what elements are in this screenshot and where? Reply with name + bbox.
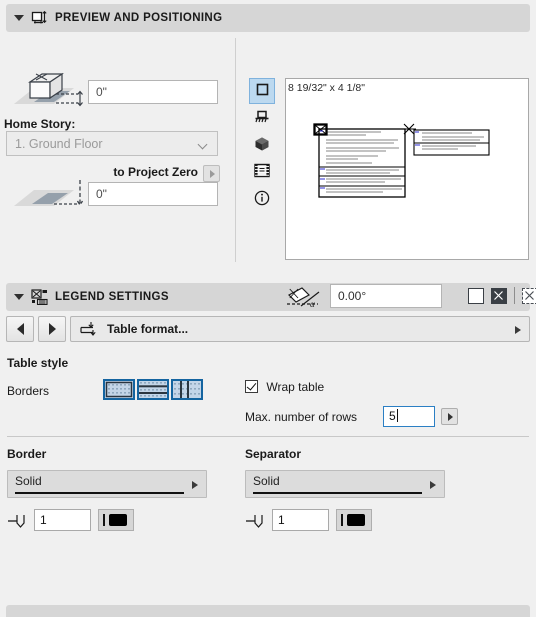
- top-offset-field[interactable]: 0": [88, 80, 218, 104]
- svg-text:α: α: [310, 299, 315, 309]
- triangle-down-icon[interactable]: [14, 15, 24, 21]
- borders-button-group: [103, 379, 203, 400]
- max-rows-stepper-button[interactable]: [441, 408, 458, 425]
- next-panel-header-partial[interactable]: [6, 605, 530, 617]
- right-arrow-icon[interactable]: [430, 481, 436, 489]
- rotation-angle-icon: α: [285, 285, 325, 312]
- cube-on-slab-icon: [12, 72, 88, 118]
- positioning-controls: 0" Home Story: 1. Ground Floor to Projec…: [0, 32, 232, 277]
- border-weight-value: 1: [40, 513, 47, 527]
- elevation-view-icon: [254, 109, 270, 127]
- max-rows-input[interactable]: 5: [383, 406, 435, 427]
- project-zero-arrow-button[interactable]: [203, 165, 220, 182]
- to-project-zero-label: to Project Zero: [113, 165, 198, 179]
- separator-weight-value: 1: [278, 513, 285, 527]
- rail-button-2d-symbol[interactable]: [249, 78, 275, 104]
- home-story-value: 1. Ground Floor: [15, 136, 103, 151]
- bottom-offset-field[interactable]: 0": [88, 182, 218, 206]
- table-style-section: Table style Borders Wrap table Max. numb…: [0, 356, 536, 428]
- wrap-table-label: Wrap table: [266, 380, 325, 394]
- filmstrip-icon: [254, 163, 270, 181]
- right-arrow-icon[interactable]: [515, 326, 521, 334]
- pen-color-icon: [341, 514, 343, 526]
- left-arrow-icon: [16, 323, 24, 335]
- table-style-title: Table style: [7, 356, 69, 370]
- borders-label: Borders: [7, 384, 50, 398]
- preview-positioning-icon: [31, 10, 48, 27]
- anchor-dashed-button[interactable]: [522, 287, 536, 304]
- pen-color-icon: [103, 514, 105, 526]
- home-story-dropdown[interactable]: 1. Ground Floor: [6, 131, 218, 156]
- table-format-icon: [79, 321, 99, 338]
- rail-button-preview-picture[interactable]: [249, 159, 275, 185]
- border-title: Border: [7, 447, 47, 461]
- bottom-offset-value: 0": [96, 187, 107, 201]
- panel-title: LEGEND SETTINGS: [55, 291, 169, 303]
- pen-weight-icon: [7, 511, 27, 529]
- rail-button-info[interactable]: [249, 186, 275, 212]
- anchor-empty-button[interactable]: [468, 287, 484, 304]
- section-divider: [7, 436, 529, 437]
- rail-button-front-view[interactable]: [249, 105, 275, 131]
- right-arrow-icon[interactable]: [192, 481, 198, 489]
- border-line-type-dropdown[interactable]: Solid: [7, 470, 207, 498]
- table-format-selector[interactable]: Table format...: [70, 316, 530, 342]
- border-weight-input[interactable]: 1: [34, 509, 91, 531]
- border-line-type-value: Solid: [15, 474, 42, 488]
- border-color-swatch: [109, 514, 127, 526]
- separator-weight-input[interactable]: 1: [272, 509, 329, 531]
- max-rows-label: Max. number of rows: [245, 409, 358, 424]
- separator-weight-row: 1: [245, 509, 445, 531]
- anchor-point-group: [468, 287, 536, 304]
- separator-line-preview: [253, 492, 422, 494]
- separator-group: Separator Solid 1: [245, 447, 445, 531]
- anchor-divider: [514, 287, 515, 304]
- wrap-table-row[interactable]: Wrap table: [245, 380, 324, 394]
- separator-line-type-value: Solid: [253, 474, 280, 488]
- panel-title: PREVIEW AND POSITIONING: [55, 12, 223, 24]
- wrap-table-checkbox[interactable]: [245, 380, 258, 393]
- border-outline-button[interactable]: [103, 379, 135, 400]
- top-offset-value: 0": [96, 85, 107, 99]
- right-arrow-icon: [48, 323, 56, 335]
- previous-favorite-button[interactable]: [6, 316, 34, 342]
- next-favorite-button[interactable]: [38, 316, 66, 342]
- border-weight-row: 1: [7, 509, 207, 531]
- border-pen-color-button[interactable]: [98, 509, 134, 531]
- rail-button-3d-view[interactable]: [249, 132, 275, 158]
- home-story-label: Home Story:: [4, 117, 76, 131]
- legend-settings-panel-header[interactable]: LEGEND SETTINGS: [6, 283, 530, 311]
- pen-weight-icon: [245, 511, 265, 529]
- square-outline-icon: [255, 82, 270, 100]
- separator-pen-color-button[interactable]: [336, 509, 372, 531]
- border-vertical-button[interactable]: [171, 379, 203, 400]
- max-rows-value: 5: [389, 409, 396, 423]
- border-horizontal-button[interactable]: [137, 379, 169, 400]
- max-rows-row: Max. number of rows 5: [245, 406, 458, 427]
- vertical-divider: [235, 38, 236, 262]
- preview-canvas[interactable]: 8 19/32" x 4 1/8": [285, 78, 529, 260]
- legend-settings-icon: [31, 289, 48, 305]
- preview-positioning-panel-header[interactable]: PREVIEW AND POSITIONING: [6, 4, 530, 32]
- table-format-row: Table format...: [6, 316, 530, 342]
- info-circle-icon: [254, 190, 270, 209]
- anchor-filled-button[interactable]: [491, 287, 507, 304]
- preview-positioning-body: 0" Home Story: 1. Ground Floor to Projec…: [0, 32, 536, 309]
- chevron-down-icon: [199, 141, 208, 146]
- table-format-label: Table format...: [107, 322, 189, 336]
- text-caret: [396, 409, 398, 422]
- cube-icon: [254, 136, 270, 155]
- line-style-section: Border Solid 1 Separator Solid 1: [0, 447, 536, 537]
- border-group: Border Solid 1: [7, 447, 207, 531]
- rotation-angle-field[interactable]: 0.00°: [330, 284, 442, 308]
- preview-view-rail: [249, 78, 275, 213]
- rotation-angle-value: 0.00°: [338, 289, 367, 303]
- separator-color-swatch: [347, 514, 365, 526]
- separator-title: Separator: [245, 447, 302, 461]
- slab-elevation-icon: [12, 178, 88, 218]
- triangle-down-icon[interactable]: [14, 294, 24, 300]
- separator-line-type-dropdown[interactable]: Solid: [245, 470, 445, 498]
- border-line-preview: [15, 492, 184, 494]
